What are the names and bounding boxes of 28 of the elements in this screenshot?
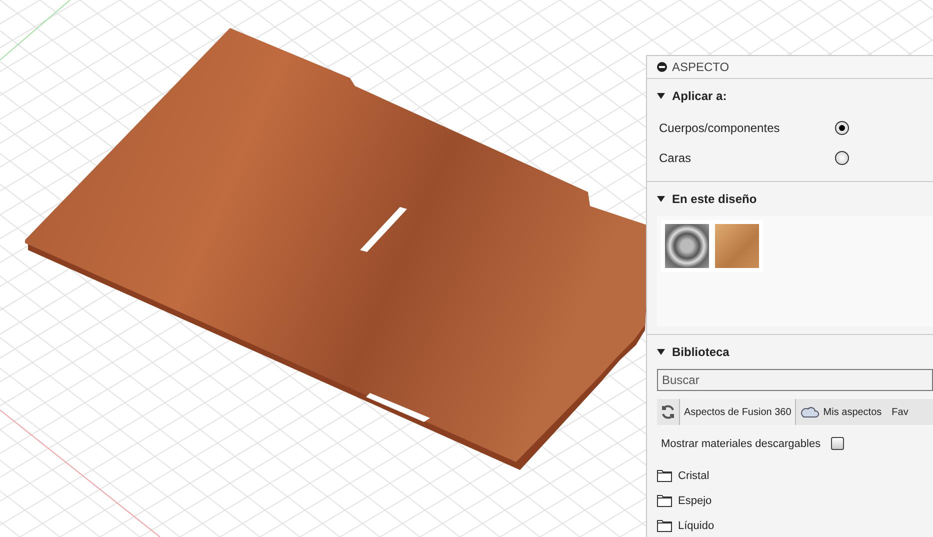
library-tab[interactable]: Mis aspectos: [796, 399, 887, 425]
minus-circle-icon[interactable]: [657, 62, 667, 72]
section-title: En este diseño: [672, 192, 757, 206]
collapse-triangle-icon[interactable]: [657, 349, 665, 355]
collapse-triangle-icon[interactable]: [657, 196, 665, 202]
checkbox[interactable]: [830, 437, 844, 450]
radio-button[interactable]: [835, 151, 849, 165]
option-label: Cuerpos/componentes: [659, 121, 781, 135]
folder-icon: [657, 470, 672, 482]
refresh-icon: [660, 404, 676, 420]
library-tab[interactable]: Aspectos de Fusion 360: [679, 399, 796, 425]
panel-title: ASPECTO: [672, 60, 730, 74]
folder-item[interactable]: Cristal: [678, 470, 710, 482]
folder-item[interactable]: Espejo: [678, 494, 712, 506]
wood-swatch[interactable]: [715, 224, 759, 268]
cloud-icon: [801, 406, 820, 418]
chrome-ring-swatch[interactable]: [665, 224, 709, 268]
option-label: Caras: [659, 151, 692, 165]
library-tab[interactable]: Fav: [886, 399, 914, 425]
checkbox-label: Mostrar materiales descargables: [661, 438, 821, 450]
folder-item[interactable]: Líquido: [678, 520, 714, 532]
section-title: Biblioteca: [672, 345, 730, 359]
folder-icon: [657, 520, 672, 532]
search-field[interactable]: Buscar: [657, 369, 933, 391]
collapse-triangle-icon[interactable]: [657, 93, 665, 99]
folder-icon: [657, 494, 672, 506]
section-title: Aplicar a:: [672, 89, 727, 103]
radio-button[interactable]: [835, 121, 849, 135]
